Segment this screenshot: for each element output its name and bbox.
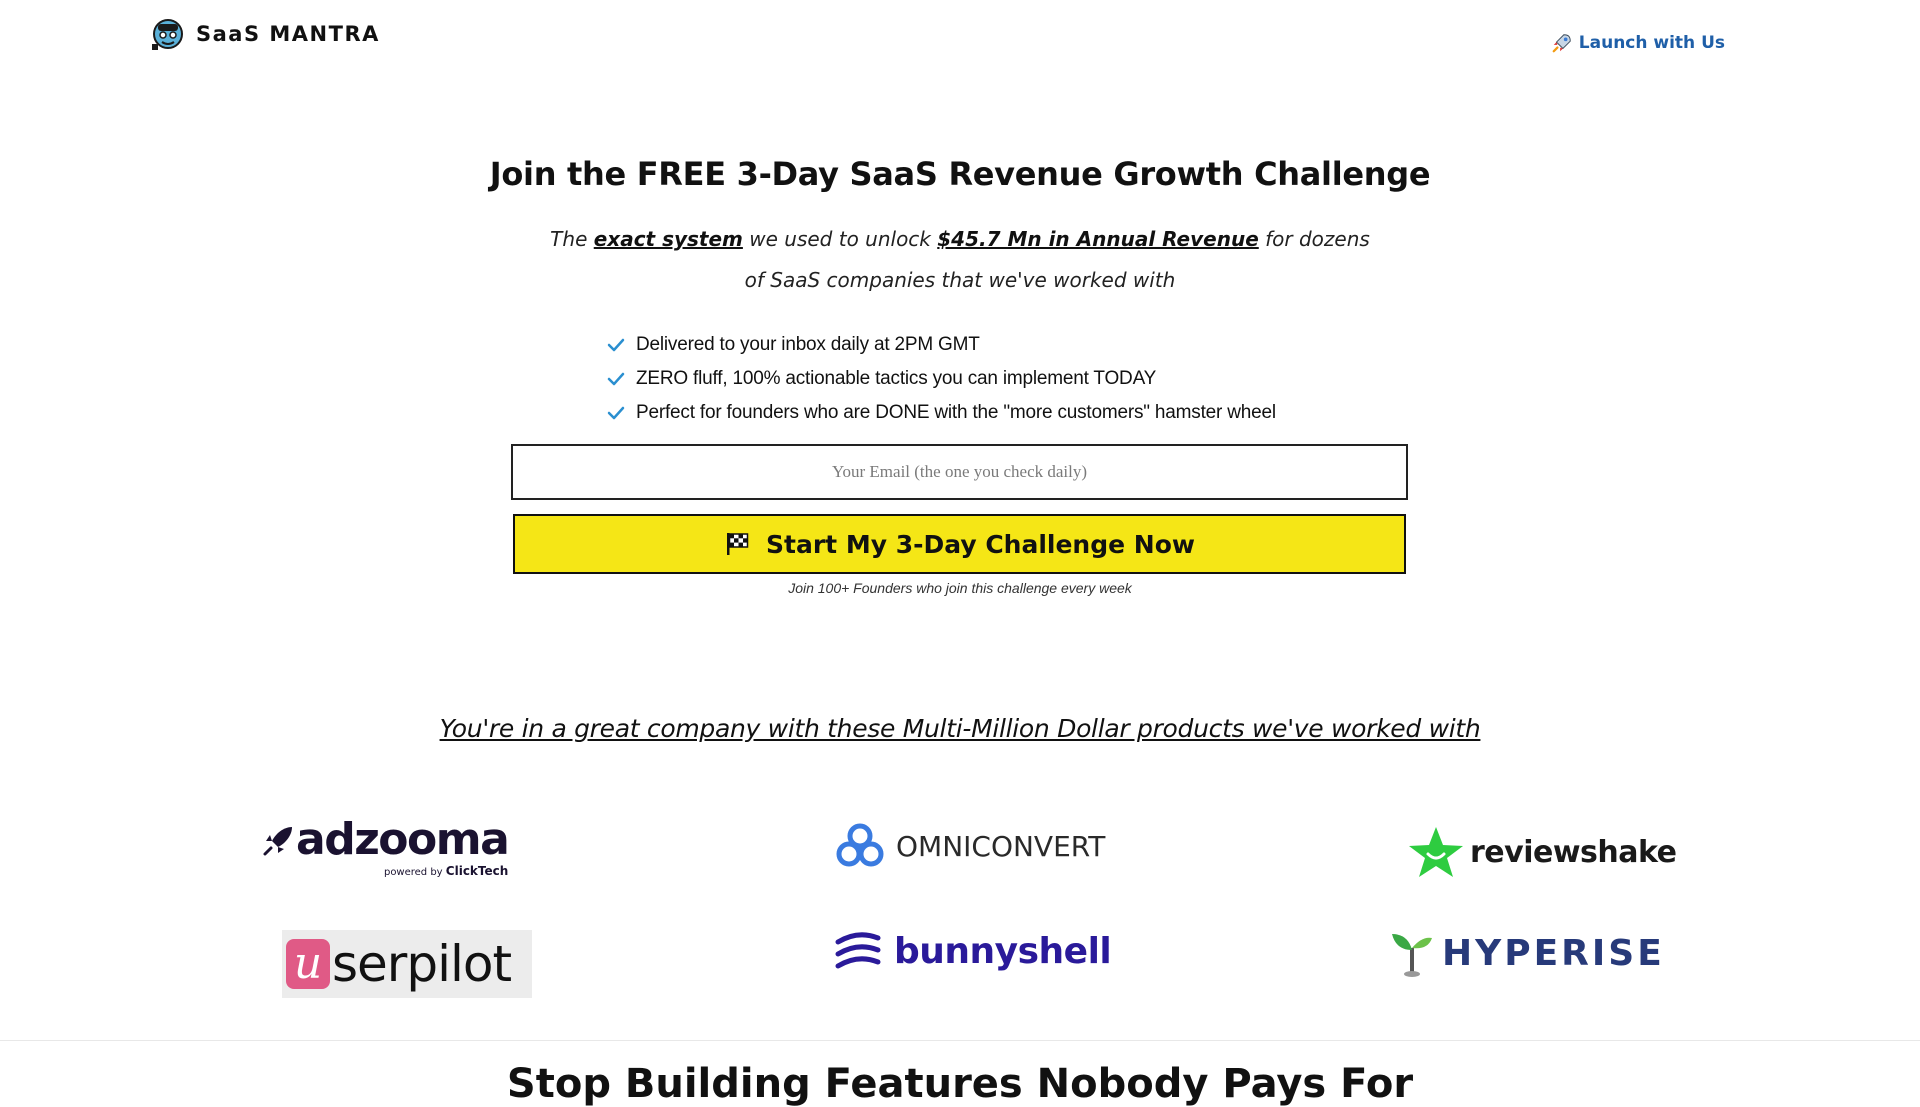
launch-label: Launch with Us [1578,33,1725,53]
omniconvert-logo: OMNICONVERT [834,822,1105,870]
userpilot-wordmark: serpilot [332,935,512,993]
site-header: SaaS MANTRA Launch with Us [0,0,1920,90]
adzooma-sub-brand: ClickTech [445,864,509,878]
userpilot-logo: u serpilot [282,930,532,998]
adzooma-logo: adzooma powered by ClickTech [262,814,510,878]
hero-subtitle: The exact system we used to unlock $45.7… [550,219,1370,301]
hero-section: Join the FREE 3-Day SaaS Revenue Growth … [0,155,1920,301]
check-icon [607,338,625,352]
launch-with-us-link[interactable]: Launch with Us [1551,32,1725,54]
start-challenge-button[interactable]: Start My 3-Day Challenge Now [513,514,1406,574]
reviewshake-wordmark: reviewshake [1470,834,1677,870]
hero-title: Join the FREE 3-Day SaaS Revenue Growth … [489,155,1431,193]
userpilot-mark: u [286,939,330,989]
omniconvert-rings-icon [836,823,884,867]
benefit-item: ZERO fluff, 100% actionable tactics you … [606,362,1276,396]
benefit-item: Delivered to your inbox daily at 2PM GMT [606,328,1276,362]
bunnyshell-logo: bunnyshell [834,930,1112,972]
benefit-text: ZERO fluff, 100% actionable tactics you … [636,368,1157,389]
adzooma-sub-prefix: powered by [383,867,446,878]
benefit-list: Delivered to your inbox daily at 2PM GMT… [606,328,1276,430]
mascot-icon [152,19,183,50]
benefit-item: Perfect for founders who are DONE with t… [606,396,1276,430]
adzooma-subline: powered by ClickTech [384,864,508,878]
exact-system-link[interactable]: exact system [594,227,743,251]
adzooma-wordmark: adzooma [296,814,510,865]
check-icon [607,372,625,386]
rocket-icon [263,827,292,856]
hyperise-wordmark: HYPERISE [1442,932,1665,974]
omniconvert-wordmark: OMNICONVERT [896,829,1106,863]
hero-sub-mid: we used to unlock [742,227,938,251]
companies-heading: You're in a great company with these Mul… [439,714,1481,743]
check-icon [607,406,625,420]
star-icon [1409,827,1463,877]
hyperise-logo: HYPERISE [1388,928,1665,978]
benefit-text: Perfect for founders who are DONE with t… [636,402,1276,423]
section-divider [0,1040,1920,1041]
next-section-heading: Stop Building Features Nobody Pays For [506,1061,1414,1107]
brand-name: SaaS MANTRA [196,22,380,46]
sprout-icon [1392,934,1432,977]
cta-label: Start My 3-Day Challenge Now [766,529,1195,559]
annual-revenue-link[interactable]: $45.7 Mn in Annual Revenue [937,227,1259,251]
benefit-text: Delivered to your inbox daily at 2PM GMT [636,334,980,355]
cta-note: Join 100+ Founders who join this challen… [788,580,1132,596]
email-field[interactable] [511,444,1408,500]
rocket-icon [1552,34,1571,53]
checkered-flag-icon [727,533,749,555]
brand-logo[interactable]: SaaS MANTRA [148,14,380,54]
bunnyshell-wordmark: bunnyshell [894,930,1112,972]
hero-sub-prefix: The [550,227,594,251]
reviewshake-logo: reviewshake [1406,824,1677,880]
bunnyshell-waves-icon [835,932,881,969]
